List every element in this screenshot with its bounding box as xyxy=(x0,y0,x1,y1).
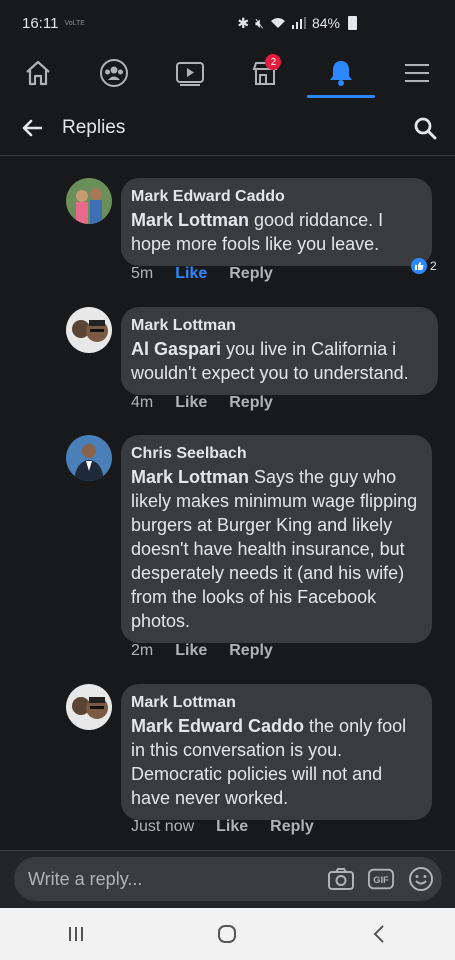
carrier-label: VoLTE xyxy=(64,19,85,27)
comment-actions: 5m Like Reply xyxy=(131,265,273,283)
camera-icon[interactable] xyxy=(328,866,354,892)
comment-bubble[interactable]: Chris Seelbach Mark Lottman Says the guy… xyxy=(121,435,432,643)
search-button[interactable] xyxy=(409,112,441,144)
nav-marketplace[interactable]: 2 xyxy=(235,46,295,100)
comment-text: Mark Lottman Says the guy who likely mak… xyxy=(131,465,420,633)
battery-percent: 84% xyxy=(311,15,340,31)
wifi-icon xyxy=(270,17,286,29)
bluetooth-icon: ✱ xyxy=(237,14,250,31)
gif-icon[interactable]: GIF xyxy=(368,866,394,892)
watch-icon xyxy=(175,62,204,86)
like-button[interactable]: Like xyxy=(175,642,207,660)
comment-bubble[interactable]: Mark Edward Caddo Mark Lottman good ridd… xyxy=(121,178,432,266)
comment-author[interactable]: Mark Edward Caddo xyxy=(131,186,420,208)
mute-icon: 🔇︎ xyxy=(255,14,264,31)
status-time: 16:11 xyxy=(22,14,59,32)
like-button[interactable]: Like xyxy=(216,818,248,836)
back-nav-button[interactable] xyxy=(359,914,399,954)
comment-time: Just now xyxy=(131,818,195,835)
nav-notifications[interactable] xyxy=(307,46,376,100)
mention-link[interactable]: Mark Lottman xyxy=(131,210,249,230)
page-header: Replies xyxy=(0,100,455,156)
groups-icon xyxy=(99,59,128,87)
mention-link[interactable]: Mark Lottman xyxy=(131,467,249,487)
reply-button[interactable]: Reply xyxy=(229,394,273,412)
composer-icons: GIF xyxy=(328,866,434,892)
comment-body: Says the guy who likely makes minimum wa… xyxy=(131,467,418,631)
comment-text: Mark Edward Caddo the only fool in this … xyxy=(131,714,420,810)
comment-author[interactable]: Chris Seelbach xyxy=(131,443,420,465)
chevron-left-icon xyxy=(373,925,384,943)
reply-button[interactable]: Reply xyxy=(270,818,314,836)
comment-text: Mark Lottman good riddance. I hope more … xyxy=(131,208,420,256)
emoji-icon[interactable] xyxy=(408,866,434,892)
gif-label: GIF xyxy=(373,875,389,885)
nav-menu[interactable] xyxy=(387,46,447,100)
system-navigation-bar xyxy=(0,908,455,960)
home-button[interactable] xyxy=(207,914,247,954)
comment-time: 4m xyxy=(131,394,154,411)
comment-bubble[interactable]: Mark Lottman Al Gaspari you live in Cali… xyxy=(121,307,438,395)
comment-bubble[interactable]: Mark Lottman Mark Edward Caddo the only … xyxy=(121,684,432,820)
comment-author[interactable]: Mark Lottman xyxy=(131,692,420,714)
signal-icon xyxy=(291,17,306,29)
comment-actions: Just now Like Reply xyxy=(131,818,314,836)
search-icon xyxy=(414,117,437,139)
reply-button[interactable]: Reply xyxy=(229,642,273,660)
nav-groups[interactable] xyxy=(84,46,144,100)
reply-input[interactable]: Write a reply... GIF xyxy=(14,857,442,901)
comment-actions: 4m Like Reply xyxy=(131,394,273,412)
reply-placeholder: Write a reply... xyxy=(28,868,143,889)
menu-icon xyxy=(405,64,430,82)
like-reaction-icon xyxy=(411,258,427,274)
nav-home[interactable] xyxy=(8,46,68,100)
mention-link[interactable]: Al Gaspari xyxy=(131,339,221,359)
top-navigation: 2 xyxy=(0,46,455,100)
comment: Mark Lottman Al Gaspari you live in Cali… xyxy=(66,307,446,419)
avatar[interactable] xyxy=(66,684,112,730)
comment-time: 5m xyxy=(131,265,154,282)
back-arrow-icon xyxy=(22,119,42,136)
nav-watch[interactable] xyxy=(160,46,220,100)
bell-icon xyxy=(330,61,353,86)
home-circle-icon xyxy=(218,925,237,943)
comment-author[interactable]: Mark Lottman xyxy=(131,315,426,337)
status-bar: 16:11 VoLTE ✱ 🔇︎ 84% xyxy=(0,0,455,46)
status-icons: ✱ 🔇︎ 84% xyxy=(237,15,357,32)
comment: Mark Edward Caddo Mark Lottman good ridd… xyxy=(66,178,446,290)
like-button[interactable]: Like xyxy=(175,265,207,283)
comment: Chris Seelbach Mark Lottman Says the guy… xyxy=(66,435,446,667)
reaction-count[interactable]: 2 xyxy=(411,258,437,274)
battery-icon xyxy=(348,16,357,30)
reply-composer: Write a reply... GIF xyxy=(0,850,455,908)
recent-apps-button[interactable] xyxy=(56,914,96,954)
reply-button[interactable]: Reply xyxy=(229,265,273,283)
reaction-number: 2 xyxy=(430,259,437,273)
home-icon xyxy=(26,60,50,86)
comment-time: 2m xyxy=(131,642,154,659)
comment-text: Al Gaspari you live in California i woul… xyxy=(131,337,426,385)
avatar[interactable] xyxy=(66,307,112,353)
like-button[interactable]: Like xyxy=(175,394,207,412)
recents-icon xyxy=(68,927,83,941)
mention-link[interactable]: Mark Edward Caddo xyxy=(131,716,304,736)
page-title: Replies xyxy=(62,116,126,138)
avatar[interactable] xyxy=(66,435,112,481)
comment-actions: 2m Like Reply xyxy=(131,642,273,660)
avatar[interactable] xyxy=(66,178,112,224)
back-button[interactable] xyxy=(12,108,52,148)
comment: Mark Lottman Mark Edward Caddo the only … xyxy=(66,684,446,844)
